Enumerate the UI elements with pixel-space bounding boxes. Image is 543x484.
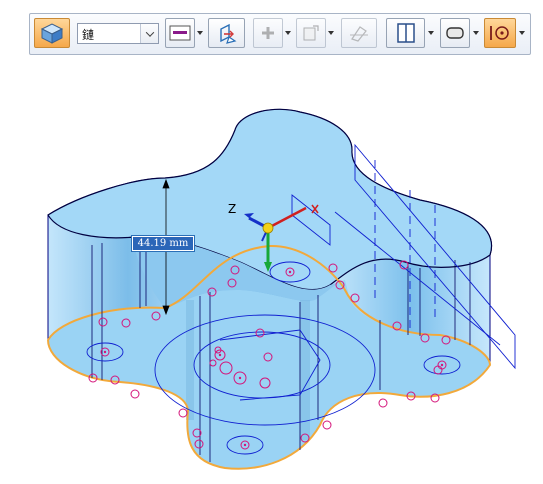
split-view-dropdown-arrow[interactable]	[426, 18, 436, 48]
split-view-icon	[396, 23, 415, 43]
solid-block-icon	[40, 23, 64, 44]
line-color-button[interactable]	[165, 18, 195, 48]
selection-filter-dropdown[interactable]: 鏈	[77, 23, 159, 44]
model-viewport[interactable]: Z 44.19 mm	[0, 60, 543, 484]
rounded-rect-button[interactable]	[440, 18, 470, 48]
dimension-value: 44.19 mm	[133, 237, 193, 250]
center-point-button[interactable]	[484, 18, 516, 48]
select-edge-button[interactable]	[208, 18, 245, 48]
part-model: Z	[46, 108, 516, 470]
add-point-icon	[262, 27, 274, 39]
line-color-icon	[169, 25, 191, 41]
chevron-down-icon[interactable]	[140, 24, 158, 43]
rounded-rect-icon	[446, 27, 464, 39]
sketch-plane-button[interactable]	[296, 18, 326, 48]
command-toolbar: 鏈	[29, 13, 531, 55]
add-point-button[interactable]	[253, 18, 283, 48]
solid-block-button[interactable]	[34, 18, 70, 48]
disabled-edit-button[interactable]	[341, 18, 377, 48]
sketch-plane-icon	[303, 25, 319, 41]
disabled-edit-icon	[350, 26, 368, 42]
center-point-icon	[490, 26, 509, 40]
rounded-rect-dropdown-arrow[interactable]	[471, 18, 481, 48]
split-view-button[interactable]	[386, 18, 425, 48]
center-point-dropdown-arrow[interactable]	[517, 18, 527, 48]
dimension-value-box[interactable]: 44.19 mm	[131, 235, 195, 252]
sketch-plane-dropdown-arrow[interactable]	[326, 18, 336, 48]
line-color-dropdown-arrow[interactable]	[195, 18, 205, 48]
selection-filter-value: 鏈	[82, 28, 95, 42]
select-edge-icon	[219, 23, 236, 44]
add-point-dropdown-arrow[interactable]	[283, 18, 293, 48]
axis-z-label: Z	[228, 202, 236, 216]
